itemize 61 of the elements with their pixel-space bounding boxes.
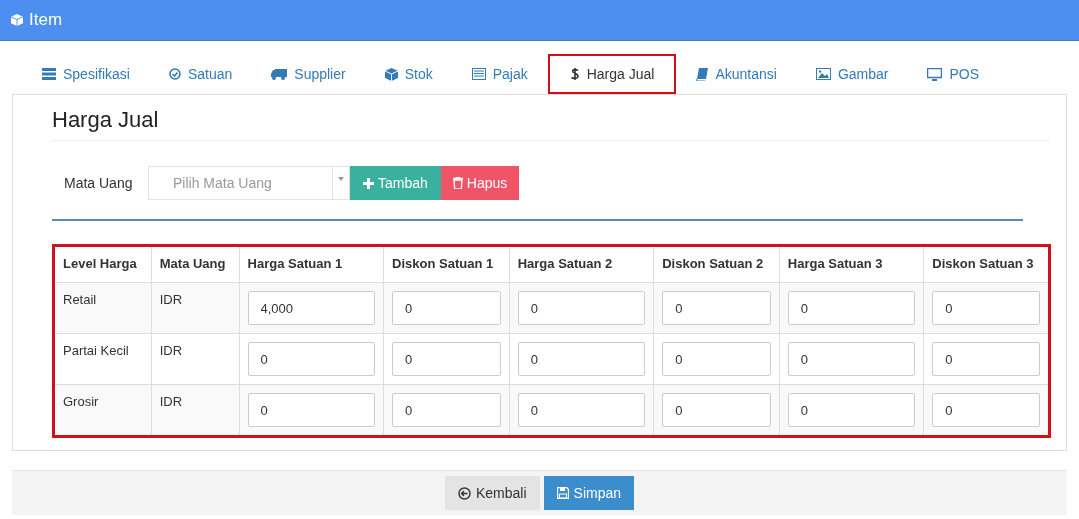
price-input[interactable]: 0 xyxy=(392,393,501,427)
column-header: Level Harga xyxy=(53,245,152,283)
tab[interactable]: Harga Jual xyxy=(547,54,677,94)
currency-select[interactable]: Pilih Mata Uang xyxy=(148,166,332,200)
caret-icon xyxy=(338,177,344,181)
tab[interactable]: POS xyxy=(908,54,999,94)
table-cell: IDR xyxy=(151,384,240,437)
price-input[interactable]: 0 xyxy=(392,342,501,376)
tab[interactable]: Stok xyxy=(365,54,452,94)
price-input[interactable]: 0 xyxy=(787,342,916,376)
price-input[interactable]: 0 xyxy=(392,291,501,325)
table-cell: Partai Kecil xyxy=(53,333,152,385)
column-header: Diskon Satuan 1 xyxy=(383,245,510,283)
cube-icon xyxy=(384,67,398,81)
price-input[interactable]: 0 xyxy=(517,393,646,427)
floppy-icon xyxy=(556,487,569,499)
check-circle-icon xyxy=(168,68,181,80)
tab[interactable]: Gambar xyxy=(796,54,908,94)
tab[interactable]: Supplier xyxy=(252,54,365,94)
price-input[interactable]: 0 xyxy=(787,393,916,427)
price-input[interactable]: 0 xyxy=(517,291,646,325)
list-icon xyxy=(42,68,56,80)
field-label: Mata Uang xyxy=(64,175,134,191)
back-button[interactable]: Kembali xyxy=(444,476,540,510)
price-input[interactable]: 0 xyxy=(662,393,771,427)
price-input[interactable]: 0 xyxy=(247,342,376,376)
price-input[interactable]: 4,000 xyxy=(247,291,376,325)
table-cell: IDR xyxy=(151,282,240,334)
plus-icon xyxy=(363,177,374,189)
price-input[interactable]: 0 xyxy=(932,393,1040,427)
trash-icon xyxy=(452,177,463,189)
column-header: Mata Uang xyxy=(151,245,240,283)
column-header: Diskon Satuan 2 xyxy=(653,245,780,283)
price-input[interactable]: 0 xyxy=(517,342,646,376)
column-header: Harga Satuan 3 xyxy=(779,245,924,283)
price-input[interactable]: 0 xyxy=(787,291,916,325)
cube-icon xyxy=(11,14,23,26)
price-input[interactable]: 0 xyxy=(932,291,1040,325)
tab[interactable]: Akuntansi xyxy=(677,54,796,94)
save-button[interactable]: Simpan xyxy=(543,476,635,510)
tab[interactable]: Spesifikasi xyxy=(23,54,149,94)
dollar-icon xyxy=(569,67,580,81)
back-arrow-icon xyxy=(457,486,471,500)
price-input[interactable]: 0 xyxy=(662,342,771,376)
price-input[interactable]: 0 xyxy=(247,393,376,427)
table-cell: IDR xyxy=(151,333,240,385)
table-cell: Retail xyxy=(53,282,152,334)
tab[interactable]: Pajak xyxy=(452,54,547,94)
column-header: Harga Satuan 2 xyxy=(509,245,654,283)
monitor-icon xyxy=(927,67,943,81)
section-title: Harga Jual xyxy=(52,107,1049,141)
table-cell: Grosir xyxy=(53,384,152,437)
price-input[interactable]: 0 xyxy=(932,342,1040,376)
image-icon xyxy=(815,68,831,80)
truck-icon xyxy=(271,68,288,80)
price-input[interactable]: 0 xyxy=(662,291,771,325)
window-title: Item xyxy=(29,10,63,30)
tab[interactable]: Satuan xyxy=(149,54,252,94)
table-icon xyxy=(471,68,486,80)
book-icon xyxy=(696,67,709,81)
column-header: Harga Satuan 1 xyxy=(239,245,384,283)
